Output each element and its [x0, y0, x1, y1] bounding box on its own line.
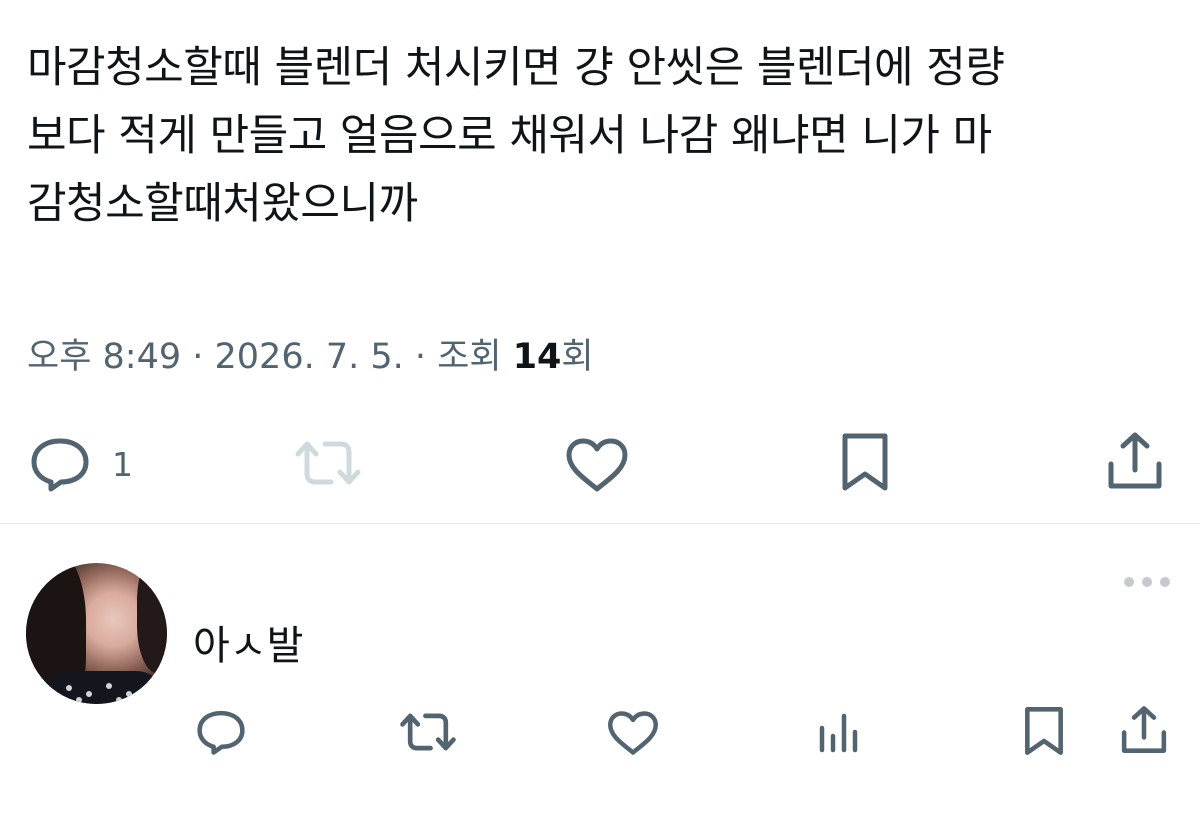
bookmark-icon	[842, 433, 888, 491]
reply-icon	[31, 438, 89, 492]
share-button[interactable]	[1106, 432, 1164, 490]
reply-reply-button[interactable]	[196, 709, 246, 755]
reply-icon	[197, 710, 245, 755]
retweet-button[interactable]	[295, 440, 361, 486]
retweet-icon	[295, 441, 361, 485]
retweet-icon	[400, 713, 456, 751]
more-dot	[1160, 577, 1170, 587]
bookmark-icon	[1025, 707, 1063, 755]
tweet-text: 마감청소할때 블렌더 처시키면 걍 안씻은 블렌더에 정량 보다 적게 만들고 …	[27, 34, 1177, 238]
bookmark-button[interactable]	[840, 432, 890, 492]
avatar-hair	[137, 563, 167, 673]
avatar-pattern-dot	[106, 683, 112, 689]
meta-separator: ·	[403, 337, 438, 377]
reply-views-button[interactable]	[818, 710, 862, 754]
more-icon[interactable]	[1124, 570, 1170, 594]
tweet-date[interactable]: 2026. 7. 5.	[215, 337, 404, 377]
share-icon	[1108, 432, 1162, 489]
reply-bookmark-button[interactable]	[1023, 706, 1065, 756]
views-icon	[819, 713, 858, 753]
avatar-pattern-dot	[86, 691, 92, 697]
like-icon	[608, 711, 658, 755]
reply-like-button[interactable]	[607, 711, 659, 755]
tweet-text-line: 마감청소할때 블렌더 처시키면 걍 안씻은 블렌더에 정량	[27, 43, 1005, 93]
avatar-pattern-dot	[66, 685, 72, 691]
reply-share-button[interactable]	[1120, 706, 1168, 754]
tweet-time[interactable]: 오후 8:49	[27, 337, 181, 377]
meta-separator: ·	[181, 337, 215, 377]
more-dot	[1124, 577, 1134, 587]
avatar[interactable]	[26, 563, 167, 704]
tweet-text-line: 보다 적게 만들고 얼음으로 채워서 나감 왜냐면 니가 마	[27, 111, 992, 161]
avatar-pattern-dot	[126, 691, 132, 697]
reply-text: 아ㅅ발	[193, 623, 304, 669]
like-icon	[566, 438, 628, 492]
reply-count: 1	[112, 444, 133, 484]
avatar-shirt	[36, 671, 166, 704]
tweet-text-line: 감청소할때처왔으니까	[27, 179, 418, 229]
avatar-pattern-dot	[76, 697, 82, 703]
views-suffix: 회	[561, 337, 594, 377]
reply-retweet-button[interactable]	[400, 712, 456, 752]
like-button[interactable]	[565, 438, 629, 492]
tweet-meta: 오후 8:49 · 2026. 7. 5. · 조회 14회	[27, 332, 594, 382]
share-icon	[1121, 706, 1167, 753]
views-count: 14	[512, 337, 562, 377]
avatar-pattern-dot	[116, 697, 122, 703]
more-dot	[1142, 577, 1152, 587]
divider	[0, 523, 1200, 524]
views-prefix: 조회	[437, 337, 513, 377]
reply-button[interactable]: 1	[30, 436, 133, 492]
